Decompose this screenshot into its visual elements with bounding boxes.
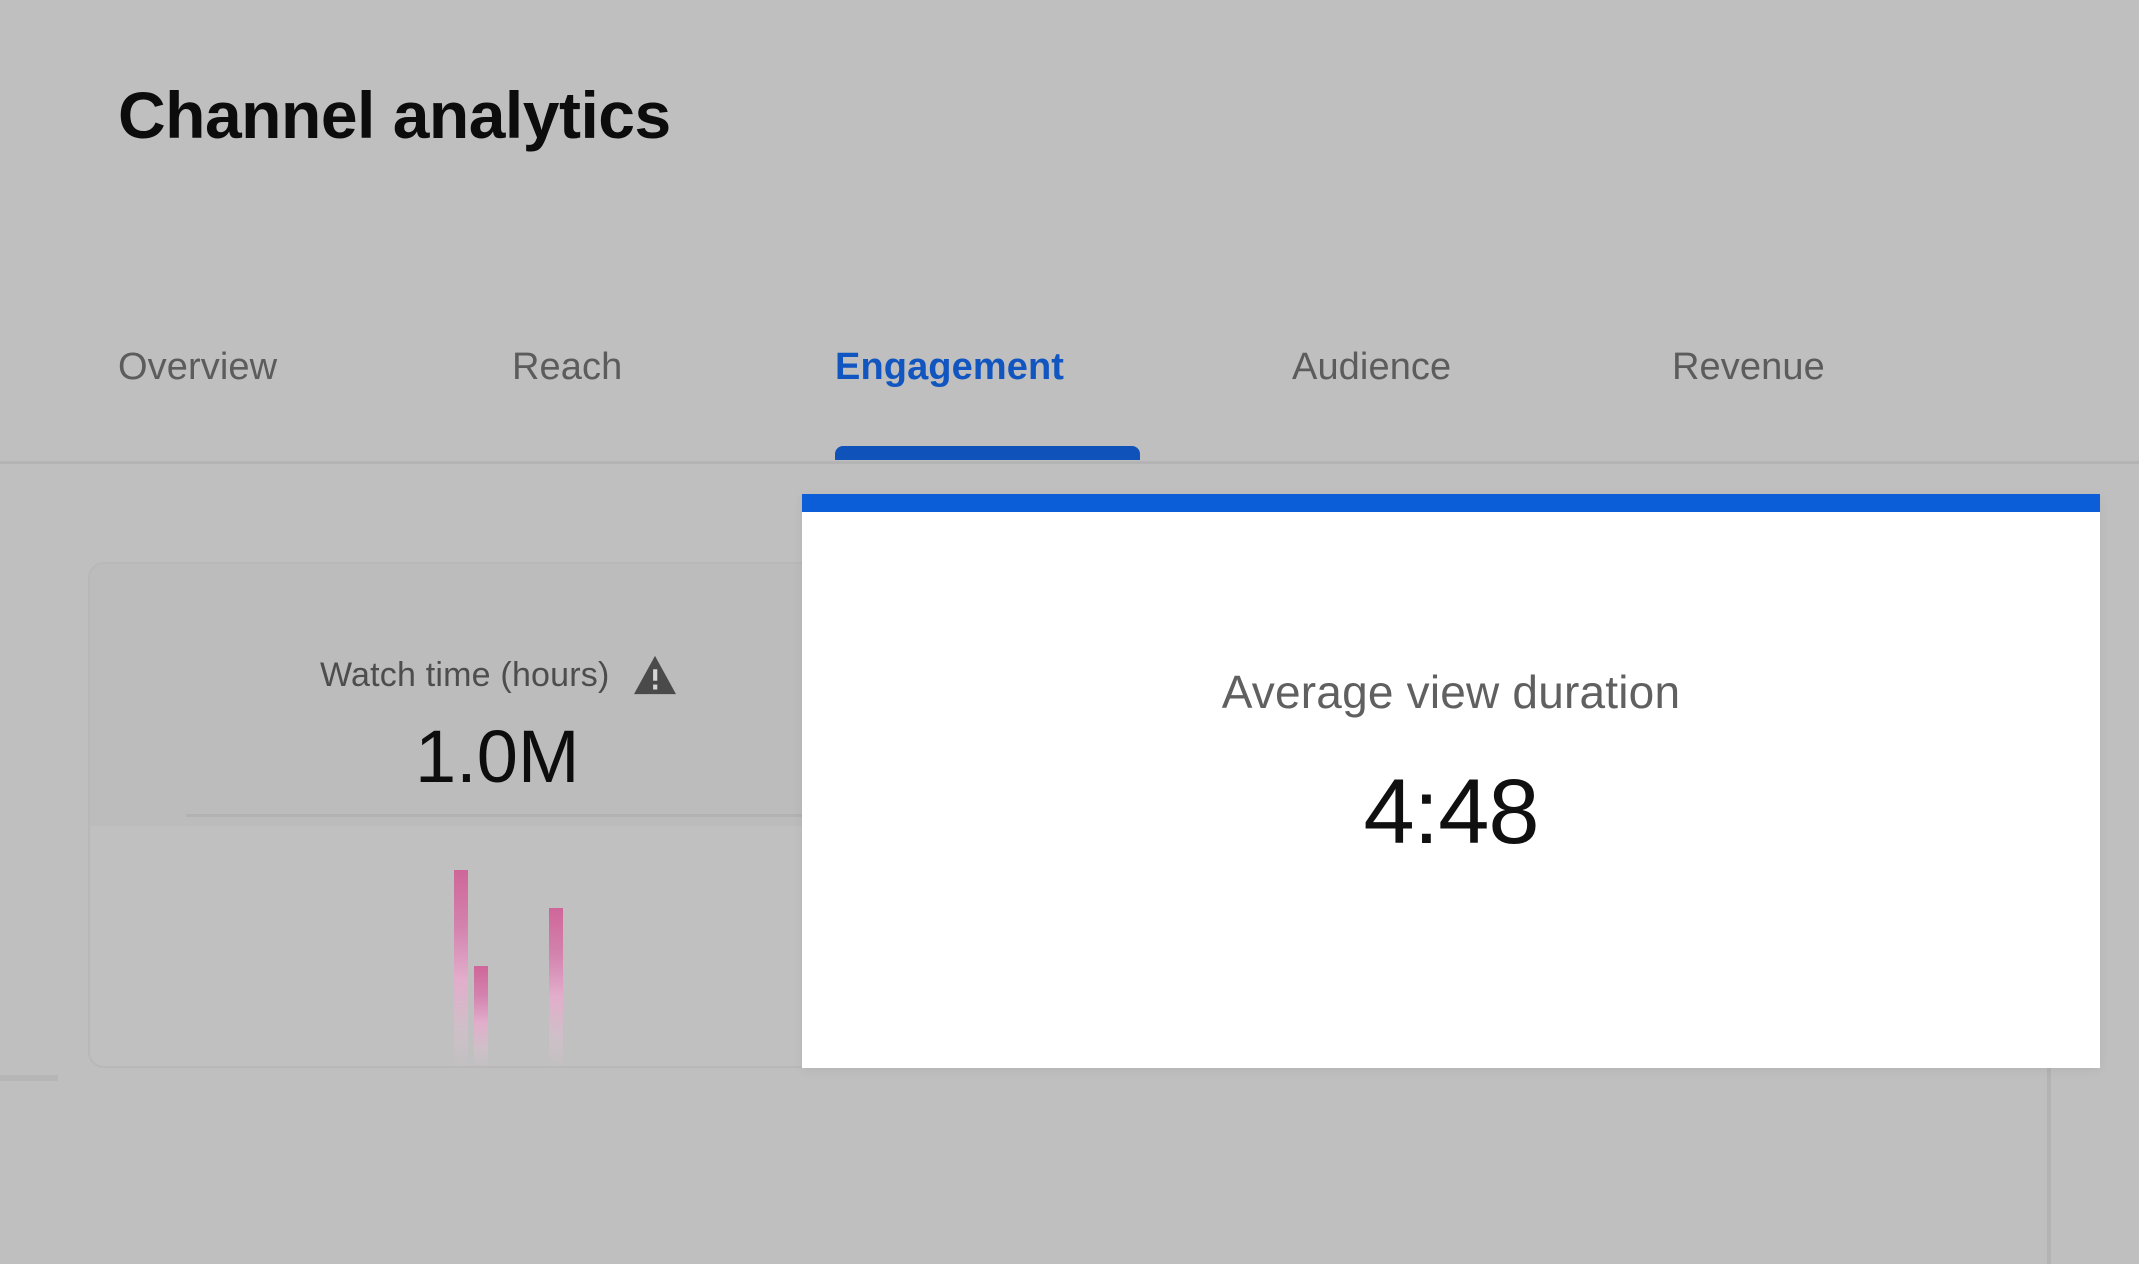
axis-tick-stub [0, 1075, 58, 1081]
tab-revenue[interactable]: Revenue [1672, 330, 1874, 462]
tab-engagement[interactable]: Engagement [835, 330, 1140, 462]
chart-bar[interactable] [454, 870, 468, 1070]
chart-bar[interactable] [474, 966, 488, 1070]
tabbar-divider [0, 461, 2139, 464]
tab-overview[interactable]: Overview [118, 330, 346, 462]
tab-engagement-label: Engagement [835, 346, 1065, 388]
channel-analytics-page: Channel analytics Overview Reach Engagem… [0, 0, 2139, 1264]
tab-audience-label: Audience [1292, 346, 1452, 388]
tab-revenue-label: Revenue [1672, 346, 1825, 388]
tab-overview-label: Overview [118, 346, 278, 388]
analytics-tabs: Overview Reach Engagement Audience Reven… [0, 330, 2139, 462]
tab-reach[interactable]: Reach [512, 330, 662, 462]
tab-reach-label: Reach [512, 346, 623, 388]
metric-header: Watch time (hours) [320, 654, 678, 696]
metric-cell-watch-time[interactable]: Watch time (hours) 1.0M [90, 564, 890, 826]
average-view-duration-popup[interactable]: Average view duration 4:48 [802, 494, 2100, 1068]
warning-triangle-icon[interactable] [632, 654, 678, 696]
tab-audience[interactable]: Audience [1292, 330, 1514, 462]
popup-body: Average view duration 4:48 [802, 512, 2100, 1068]
popup-value: 4:48 [1363, 761, 1539, 863]
chart-bar[interactable] [549, 908, 563, 1070]
popup-accent-bar [802, 494, 2100, 512]
tab-engagement-underline [835, 446, 1140, 460]
page-title: Channel analytics [118, 78, 671, 152]
popup-title: Average view duration [1221, 666, 1681, 718]
panel-vertical-divider [2047, 1068, 2051, 1264]
metric-value: 1.0M [415, 715, 580, 798]
metric-label: Watch time (hours) [320, 655, 610, 694]
